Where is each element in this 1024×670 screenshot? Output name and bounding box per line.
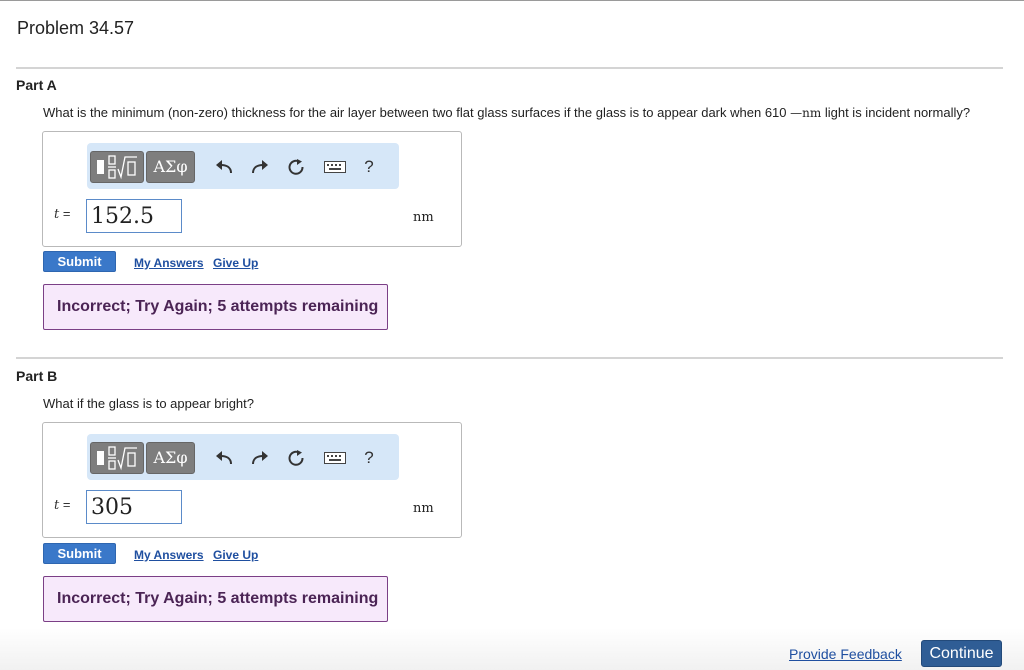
help-button[interactable]: ? xyxy=(359,157,379,177)
part-a-divider xyxy=(16,67,1003,69)
reset-circle-icon xyxy=(288,159,304,175)
part-a-equals: = xyxy=(62,206,71,221)
part-a-variable: t xyxy=(54,207,60,222)
templates-button[interactable] xyxy=(90,151,144,183)
part-b-equals: = xyxy=(62,497,71,512)
part-a-submit-button[interactable]: Submit xyxy=(43,251,116,272)
redo-button[interactable] xyxy=(250,157,270,177)
undo-button[interactable] xyxy=(214,448,234,468)
fraction-sqrt-templates-icon xyxy=(97,446,137,471)
part-a-question: What is the minimum (non-zero) thickness… xyxy=(43,105,970,120)
redo-button[interactable] xyxy=(250,448,270,468)
keyboard-button[interactable] xyxy=(323,448,347,468)
reset-button[interactable] xyxy=(286,448,306,468)
reset-circle-icon xyxy=(288,450,304,466)
part-a-variable-label: t = xyxy=(54,206,70,222)
keyboard-button[interactable] xyxy=(323,157,347,177)
undo-arrow-icon xyxy=(216,451,232,465)
part-b-variable-label: t = xyxy=(54,497,70,513)
help-button[interactable]: ? xyxy=(359,448,379,468)
redo-arrow-icon xyxy=(252,160,268,174)
undo-button[interactable] xyxy=(214,157,234,177)
part-a-feedback-message: Incorrect; Try Again; 5 attempts remaini… xyxy=(43,284,388,330)
part-a-question-text-end: light is incident normally? xyxy=(821,105,971,120)
keyboard-icon xyxy=(324,161,346,173)
keyboard-icon xyxy=(324,452,346,464)
top-divider xyxy=(0,0,1024,1)
part-b-question: What if the glass is to appear bright? xyxy=(43,396,255,411)
part-b-variable: t xyxy=(54,498,60,513)
part-a-math-toolbar: ΑΣφ ? xyxy=(87,143,399,189)
part-b-answer-box: ΑΣφ ? t = 305 nm xyxy=(42,422,462,538)
part-a-question-text: What is the minimum (non-zero) thickness… xyxy=(43,105,791,120)
part-a-give-up-link[interactable]: Give Up xyxy=(213,256,258,270)
symbols-button[interactable]: ΑΣφ xyxy=(146,151,195,183)
part-b-give-up-link[interactable]: Give Up xyxy=(213,548,258,562)
part-b-label: Part B xyxy=(16,368,58,384)
redo-arrow-icon xyxy=(252,451,268,465)
part-a-question-unit: —nm xyxy=(790,106,822,120)
undo-arrow-icon xyxy=(216,160,232,174)
page-title: Problem 34.57 xyxy=(17,18,135,38)
continue-button[interactable]: Continue xyxy=(921,640,1002,667)
part-a-unit: nm xyxy=(413,210,434,225)
part-a-answer-input[interactable] xyxy=(86,199,182,233)
part-b-answer-input[interactable] xyxy=(86,490,182,524)
part-b-math-toolbar: ΑΣφ ? xyxy=(87,434,399,480)
part-a-my-answers-link[interactable]: My Answers xyxy=(134,256,204,270)
part-b-feedback-message: Incorrect; Try Again; 5 attempts remaini… xyxy=(43,576,388,622)
provide-feedback-link[interactable]: Provide Feedback xyxy=(789,646,902,662)
templates-button[interactable] xyxy=(90,442,144,474)
part-b-unit: nm xyxy=(413,501,434,516)
part-b-my-answers-link[interactable]: My Answers xyxy=(134,548,204,562)
part-a-answer-box: ΑΣφ ? t = 152.5 nm xyxy=(42,131,462,247)
part-a-label: Part A xyxy=(16,77,57,93)
part-b-divider xyxy=(16,357,1003,359)
fraction-sqrt-templates-icon xyxy=(97,155,137,180)
symbols-button[interactable]: ΑΣφ xyxy=(146,442,195,474)
part-b-submit-button[interactable]: Submit xyxy=(43,543,116,564)
reset-button[interactable] xyxy=(286,157,306,177)
